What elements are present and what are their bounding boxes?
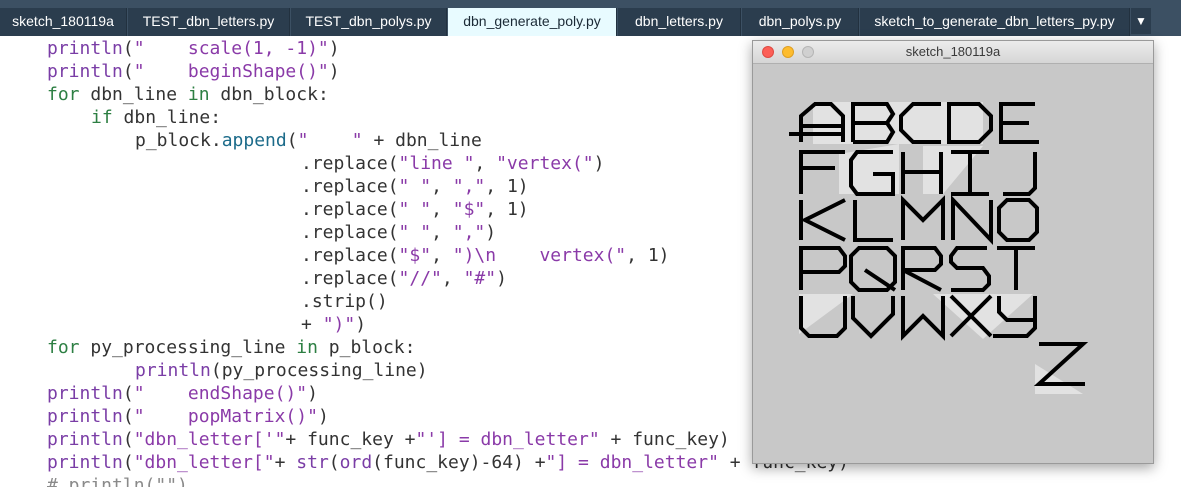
tab-test-dbn-letters[interactable]: TEST_dbn_letters.py xyxy=(128,8,290,36)
tab-dbn-generate-poly[interactable]: dbn_generate_poly.py xyxy=(448,8,617,36)
letter-s-glyph xyxy=(949,246,991,292)
sketch-window-title: sketch_180119a xyxy=(905,44,1001,59)
dbn-alphabet-drawing xyxy=(789,102,1089,394)
code-line-4: if dbn_line: xyxy=(91,107,222,128)
letter-v-glyph xyxy=(851,296,895,339)
letter-q-glyph xyxy=(849,246,897,292)
code-line-15: println(py_processing_line) xyxy=(135,360,428,381)
code-line-11: .replace("//", "#") xyxy=(301,268,507,289)
code-line-13: + ")") xyxy=(301,314,367,335)
close-window-icon[interactable] xyxy=(762,46,774,58)
letter-m-glyph xyxy=(901,195,945,240)
letter-k-glyph xyxy=(799,198,846,242)
code-line-6: .replace("line ", "vertex(") xyxy=(301,153,605,174)
tab-sketch-180119a[interactable]: sketch_180119a xyxy=(0,8,127,36)
sketch-window-titlebar[interactable]: sketch_180119a xyxy=(753,41,1153,64)
tab-test-dbn-polys[interactable]: TEST_dbn_polys.py xyxy=(291,8,447,36)
letter-o-glyph xyxy=(997,198,1039,242)
code-line-9: .replace(" ", ",") xyxy=(301,222,497,243)
code-line-3: for dbn_line in dbn_block: xyxy=(47,84,329,105)
letter-z-glyph xyxy=(1033,342,1089,386)
code-line-18: println("dbn_letter['"+ func_key +"'] = … xyxy=(47,429,730,450)
code-line-14: for py_processing_line in p_block: xyxy=(47,337,416,358)
code-line-5: p_block.append(" " + dbn_line xyxy=(135,130,482,151)
letter-l-glyph xyxy=(853,200,893,242)
letter-p-glyph xyxy=(799,246,847,290)
code-line-16: println(" endShape()") xyxy=(47,383,318,404)
letter-n-glyph xyxy=(951,194,993,246)
sketch-canvas xyxy=(753,64,1153,463)
tab-dbn-letters[interactable]: dbn_letters.py xyxy=(618,8,741,36)
letter-e-glyph xyxy=(999,102,1039,144)
code-line-12: .strip() xyxy=(301,291,388,312)
code-line-7: .replace(" ", ",", 1) xyxy=(301,176,529,197)
sketch-window[interactable]: sketch_180119a xyxy=(752,40,1154,464)
tab-dbn-polys[interactable]: dbn_polys.py xyxy=(742,8,859,36)
zoom-window-icon[interactable] xyxy=(802,46,814,58)
letter-r-glyph xyxy=(901,246,943,292)
code-line-20: # println("") xyxy=(47,475,188,487)
code-line-1: println(" scale(1, -1)") xyxy=(47,38,340,59)
code-line-19: println("dbn_letter["+ str(ord(func_key)… xyxy=(47,452,849,473)
code-line-17: println(" popMatrix()") xyxy=(47,406,329,427)
code-line-8: .replace(" ", "$", 1) xyxy=(301,199,529,220)
code-line-2: println(" beginShape()") xyxy=(47,61,340,82)
minimize-window-icon[interactable] xyxy=(782,46,794,58)
letter-j-glyph xyxy=(1003,152,1037,196)
tab-sketch-to-generate-dbn-letters[interactable]: sketch_to_generate_dbn_letters_py.py xyxy=(860,8,1130,36)
letter-f-glyph xyxy=(799,150,845,194)
editor-tab-bar: sketch_180119a TEST_dbn_letters.py TEST_… xyxy=(0,0,1181,36)
light-shadow-shapes xyxy=(799,102,1083,394)
code-line-10: .replace("$", ")\n vertex(", 1) xyxy=(301,245,670,266)
letter-w-glyph xyxy=(901,296,945,341)
tab-overflow-dropdown-icon[interactable]: ▼ xyxy=(1131,8,1151,34)
letter-t-glyph xyxy=(997,246,1035,290)
